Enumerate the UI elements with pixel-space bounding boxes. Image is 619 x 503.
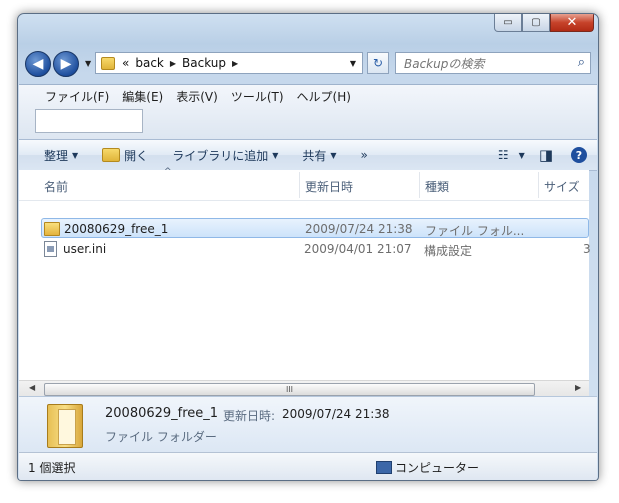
preview-pane-icon: ◨ [538,146,553,164]
column-size[interactable]: サイズ [544,178,580,195]
more-commands-button[interactable]: » [361,148,368,162]
sort-ascending-icon: ^ [164,167,172,177]
help-icon: ? [575,148,583,162]
details-pane: 20080629_free_1 更新日時: 2009/07/24 21:38 フ… [19,396,597,452]
computer-icon [376,461,392,474]
file-name: 20080629_free_1 [64,222,169,236]
add-to-library-label: ライブラリに追加 [172,148,269,163]
help-button[interactable]: ? [571,147,587,163]
open-button[interactable]: 開く [102,147,148,164]
caption-buttons: ▭ ▢ ✕ [494,14,594,32]
scroll-left-icon[interactable]: ◀ [29,383,35,392]
folder-large-icon [47,404,83,448]
share-label: 共有 [302,148,327,163]
scroll-right-icon[interactable]: ▶ [575,383,581,392]
column-divider[interactable] [538,172,539,198]
file-row[interactable]: user.ini 2009/04/01 21:07 構成設定 3 [41,239,591,259]
menu-help[interactable]: ヘルプ(H) [297,88,351,105]
folder-icon [101,56,115,70]
breadcrumb-backup[interactable]: Backup [182,56,226,70]
close-button[interactable]: ✕ [550,14,594,32]
recent-pages-dropdown[interactable]: ▼ [85,59,91,68]
chevron-right-icon[interactable]: ▶ [170,59,176,68]
menu-edit[interactable]: 編集(E) [122,88,163,105]
details-date-label: 更新日時: [223,409,276,423]
close-icon: ✕ [566,15,578,30]
menu-file[interactable]: ファイル(F) [45,88,109,105]
scroll-thumb[interactable]: III [44,383,535,396]
search-input[interactable] [402,54,566,74]
file-date: 2009/04/01 21:07 [304,242,412,256]
menu-bar: ファイル(F) 編集(E) 表示(V) ツール(T) ヘルプ(H) [19,84,597,139]
back-button[interactable]: ◀ [25,51,51,77]
search-icon[interactable]: ⌕ [578,55,585,70]
view-details-icon: ☷ [497,148,509,162]
file-date: 2009/07/24 21:38 [305,222,413,236]
address-bar[interactable]: « back ▶ Backup ▶ ▼ [95,52,363,74]
chevron-down-icon: ▼ [518,150,525,160]
search-box: ⌕ [395,52,591,74]
share-button[interactable]: 共有 ▼ [302,147,336,164]
preview-pane-button[interactable]: ◨ [539,146,553,164]
chevron-down-icon: ▼ [330,150,337,160]
breadcrumb-overflow[interactable]: « [122,56,129,70]
view-options-button[interactable]: ☷ ▼ [498,148,525,162]
maximize-button[interactable]: ▢ [522,14,550,32]
horizontal-scrollbar[interactable]: ◀ III ▶ [19,380,589,397]
column-type[interactable]: 種類 [425,178,449,195]
file-type: 構成設定 [424,244,473,258]
open-folder-icon [102,148,121,162]
maximize-icon: ▢ [531,17,541,28]
file-name: user.ini [63,242,107,256]
refresh-button[interactable]: ↻ [367,52,389,74]
explorer-window: ▭ ▢ ✕ ◀ ▶ ▼ « back ▶ Backup ▶ ▼ ↻ ⌕ ファイル… [17,13,599,481]
details-date-value: 2009/07/24 21:38 [282,407,390,421]
details-type: ファイル フォルダー [105,430,217,444]
menu-view[interactable]: 表示(V) [176,88,218,105]
chevron-right-icon[interactable]: ▶ [232,59,238,68]
details-name: 20080629_free_1 [105,406,219,421]
organize-label: 整理 [44,148,69,163]
forward-arrow-icon: ▶ [60,56,72,72]
menu-tools[interactable]: ツール(T) [231,88,284,105]
file-type: ファイル フォル... [425,224,525,238]
selection-count: 1 個選択 [28,461,76,475]
minimize-icon: ▭ [503,17,513,28]
open-label: 開く [124,148,149,163]
menu-input-box[interactable] [35,109,143,133]
address-dropdown-icon[interactable]: ▼ [350,59,356,68]
refresh-icon: ↻ [372,56,384,70]
breadcrumb-back[interactable]: back [135,56,164,70]
column-date[interactable]: 更新日時 [305,178,353,195]
command-toolbar: 整理 ▼ 開く ライブラリに追加 ▼ 共有 ▼ » ☷ ▼ ◨ ? [19,139,597,171]
ini-file-icon [44,241,57,257]
column-header-row: 名前 ^ 更新日時 種類 サイズ [19,167,589,201]
file-size: 3 [583,242,591,256]
chevron-down-icon: ▼ [272,150,279,160]
forward-button[interactable]: ▶ [53,51,79,77]
grip-icon: III [285,385,294,394]
back-arrow-icon: ◀ [32,56,44,72]
minimize-button[interactable]: ▭ [494,14,522,32]
organize-button[interactable]: 整理 ▼ [44,147,78,164]
add-to-library-button[interactable]: ライブラリに追加 ▼ [172,147,278,164]
file-row-selected[interactable]: 20080629_free_1 2009/07/24 21:38 ファイル フォ… [41,218,589,238]
chevron-down-icon: ▼ [72,150,79,160]
file-list: 名前 ^ 更新日時 種類 サイズ 20080629_free_1 2009/07… [19,167,591,394]
status-bar: 1 個選択 コンピューター [19,452,597,480]
navigation-bar: ◀ ▶ ▼ « back ▶ Backup ▶ ▼ ↻ ⌕ [25,50,591,78]
column-name[interactable]: 名前 [44,178,68,195]
folder-icon [44,222,60,236]
status-location: コンピューター [395,461,480,475]
column-divider[interactable] [419,172,420,198]
column-divider[interactable] [299,172,300,198]
